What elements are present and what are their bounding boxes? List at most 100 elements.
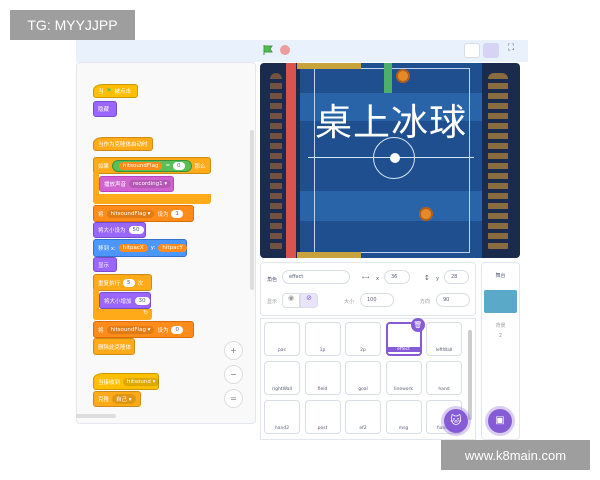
sound-dropdown[interactable]: recording1 ▾ [129,180,172,188]
direction-label: 方向 [420,299,431,305]
zoom-in-button[interactable]: + [224,341,243,360]
sprite-name: rightWall [272,387,292,392]
watermark-bottom-right: www.k8main.com [441,440,590,470]
size-input[interactable]: 100 [360,293,394,307]
x-input[interactable]: 36 [384,270,410,284]
repeat-block[interactable]: 重复执行 5 次 [93,274,152,291]
block-text: 设为 [157,327,169,334]
sprite-name: 1p [319,348,326,353]
when-flag-clicked-block[interactable]: 当 ⚑ 被点击 [93,84,138,98]
fullscreen-icon[interactable]: ⛶ [503,43,519,58]
zoom-out-icon: − [230,370,237,379]
block-text: 那么 [194,163,206,170]
create-clone-block[interactable]: 克隆 自己 ▾ [93,391,141,407]
clone-target-dropdown[interactable]: 自己 ▾ [112,394,136,404]
show-hidden-button[interactable]: ⊘ [300,293,318,308]
operator-symbol: = [165,162,171,169]
block-text: 删除此克隆体 [98,344,132,351]
green-flag-icon[interactable] [263,45,274,55]
y-input[interactable]: 28 [444,270,469,284]
stop-icon[interactable] [280,45,290,55]
value-input[interactable]: 1 [171,209,183,218]
variable-reporter[interactable]: hitpacY [158,244,187,252]
sprite-name: ef2 [359,426,367,431]
set-size-block[interactable]: 将大小设为 50 [93,222,146,238]
zoom-out-button[interactable]: − [224,365,243,384]
delete-sprite-button[interactable]: 🗑 [411,318,425,332]
value-input[interactable]: 0 [171,325,183,334]
block-text: 将 [98,211,104,218]
delete-clone-block[interactable]: 删除此克隆体 [93,338,135,355]
change-size-block[interactable]: 将大小增加 30 [99,292,151,309]
sprite-tile[interactable]: leftWall [426,322,462,356]
block-text: 将大小设为 [98,228,126,234]
sprite-tile[interactable]: ef2 [345,400,381,434]
puck [390,153,400,163]
sprite-name: goal [358,387,368,392]
hide-block[interactable]: 隐藏 [93,101,117,117]
sprite-tile[interactable]: post [304,400,341,434]
sprite-tile[interactable]: hand [426,361,462,395]
sprite-tile[interactable]: pac [264,322,300,356]
message-dropdown[interactable]: hitsound ▾ [123,377,160,386]
zoom-in-icon: + [230,346,237,355]
sprite-tile[interactable]: field [304,361,341,395]
go-to-xy-block[interactable]: 移到 x: hitpacX y: hitpacY [93,239,187,257]
sprite-tile[interactable]: 1p [304,322,341,356]
sprite-name: 2p [360,348,366,353]
game-title: 桌上冰球 [315,101,467,144]
stage-header [76,40,528,62]
code-footer [76,424,256,440]
x-arrows-icon: ⟷ [362,275,370,281]
loop-arrow-icon: ↻ [93,309,152,320]
value-input[interactable]: 30 [134,296,150,305]
sprite-tile[interactable]: rightWall [264,361,300,395]
play-sound-block[interactable]: 播放声音 recording1 ▾ [99,176,174,192]
normal-stage-button[interactable] [483,43,499,58]
zoom-reset-icon: = [230,394,237,403]
sprite-name: hand2 [274,426,290,431]
sprite-tile[interactable]: msg [385,400,422,434]
sprite-tile[interactable]: linework [385,361,422,395]
when-clone-start-block[interactable]: 当作为克隆体启动时 [93,137,153,151]
sprite-name-input[interactable]: effect [282,270,350,284]
value-input[interactable]: 50 [128,226,144,234]
value-input[interactable]: 0 [173,161,185,170]
add-backdrop-button[interactable]: ▣ [488,409,512,433]
backdrops-count: 2 [498,333,503,339]
set-variable-block[interactable]: 将 hitsoundFlag ▾ 设为 0 [93,321,194,338]
sprite-tile[interactable]: 2p [345,322,381,356]
sprite-list-scrollbar[interactable] [468,330,472,420]
sprite-tile[interactable]: hand2 [264,400,300,434]
block-text: 当作为克隆体启动时 [98,142,148,148]
block-text: 克隆 [98,397,110,403]
if-block[interactable]: 如果 hitsoundFlag = 0 那么 [93,157,211,174]
block-text: 设为 [157,211,169,218]
value-input[interactable]: 5 [123,278,135,287]
mallet-1p [419,207,433,221]
show-visible-button[interactable]: ◉ [282,293,300,308]
stage-canvas[interactable]: 桌上冰球 [260,63,520,258]
zoom-reset-button[interactable]: = [224,389,243,408]
set-variable-block[interactable]: 将 hitsoundFlag ▾ 设为 1 [93,205,194,222]
show-block[interactable]: 显示 [93,257,117,272]
sprite-label: 角色 [267,277,278,283]
stage-thumbnail[interactable] [484,290,517,313]
variable-dropdown[interactable]: hitsoundFlag ▾ [106,209,155,218]
green-flag-icon: ⚑ [106,88,112,94]
vertical-scrollbar[interactable] [250,130,254,290]
add-sprite-button[interactable]: 🐱 [444,409,468,433]
sprite-name: field [317,387,328,392]
horizontal-scrollbar[interactable] [76,414,116,418]
small-stage-button[interactable] [464,43,480,58]
variable-dropdown[interactable]: hitsoundFlag ▾ [106,325,155,334]
direction-input[interactable]: 90 [436,293,470,307]
variable-reporter[interactable]: hitsoundFlag [119,161,163,170]
block-text: 如果 [98,163,110,170]
sprite-name: linework [393,387,413,392]
when-i-receive-block[interactable]: 当接收到 hitsound ▾ [93,373,160,390]
variable-reporter[interactable]: hitpacX [118,244,148,252]
top-goal [297,63,361,69]
sprite-tile[interactable]: goal [345,361,381,395]
equals-operator[interactable]: hitsoundFlag = 0 [112,159,192,172]
